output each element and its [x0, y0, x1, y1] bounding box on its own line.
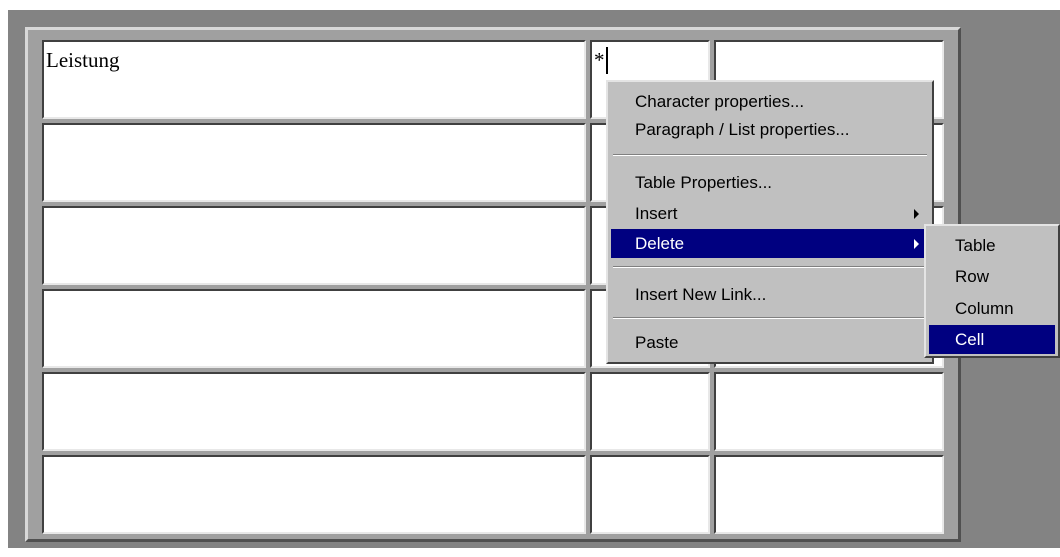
menu-item-paragraph-list-properties[interactable]: Paragraph / List properties...: [611, 115, 929, 144]
table-cell[interactable]: [42, 289, 586, 368]
submenu-item-cell[interactable]: Cell: [929, 325, 1055, 354]
menu-item-paste[interactable]: Paste: [611, 328, 929, 357]
menu-item-label: Row: [955, 267, 990, 286]
menu-item-insert[interactable]: Insert: [611, 199, 929, 228]
menu-item-label: Table Properties...: [635, 173, 773, 192]
menu-separator: [613, 266, 927, 268]
submenu-item-column[interactable]: Column: [929, 294, 1055, 323]
table-cell-text: Leistung: [46, 48, 120, 72]
table-cell[interactable]: [42, 372, 586, 451]
table-cell[interactable]: [590, 372, 710, 451]
submenu-item-row[interactable]: Row: [929, 262, 1055, 291]
menu-item-label: Character properties...: [635, 92, 805, 111]
menu-item-table-properties[interactable]: Table Properties...: [611, 168, 929, 197]
menu-item-delete[interactable]: Delete: [611, 229, 929, 258]
menu-separator: [613, 154, 927, 156]
table-cell[interactable]: [714, 455, 944, 534]
table-cell[interactable]: [42, 123, 586, 202]
menu-separator: [613, 317, 927, 319]
table-cell-text: *: [594, 48, 605, 72]
delete-submenu: Table Row Column Cell: [924, 224, 1060, 358]
submenu-arrow-icon: [914, 209, 919, 219]
menu-item-label: Delete: [635, 234, 685, 253]
table-cell[interactable]: [42, 206, 586, 285]
menu-item-character-properties[interactable]: Character properties...: [611, 87, 929, 116]
table-cell[interactable]: [590, 455, 710, 534]
menu-item-label: Cell: [955, 330, 985, 349]
menu-item-label: Paragraph / List properties...: [635, 120, 850, 139]
menu-item-label: Column: [955, 299, 1014, 318]
table-cell[interactable]: [714, 372, 944, 451]
menu-item-label: Insert New Link...: [635, 285, 767, 304]
submenu-item-table[interactable]: Table: [929, 231, 1055, 260]
submenu-arrow-icon: [914, 239, 919, 249]
menu-item-label: Table: [955, 236, 996, 255]
text-cursor: [605, 47, 608, 74]
context-menu: Character properties... Paragraph / List…: [606, 80, 934, 364]
menu-item-label: Paste: [635, 333, 679, 352]
table-cell[interactable]: [42, 455, 586, 534]
table-cell[interactable]: Leistung: [42, 40, 586, 119]
menu-item-label: Insert: [635, 204, 678, 223]
menu-item-insert-new-link[interactable]: Insert New Link...: [611, 280, 929, 309]
